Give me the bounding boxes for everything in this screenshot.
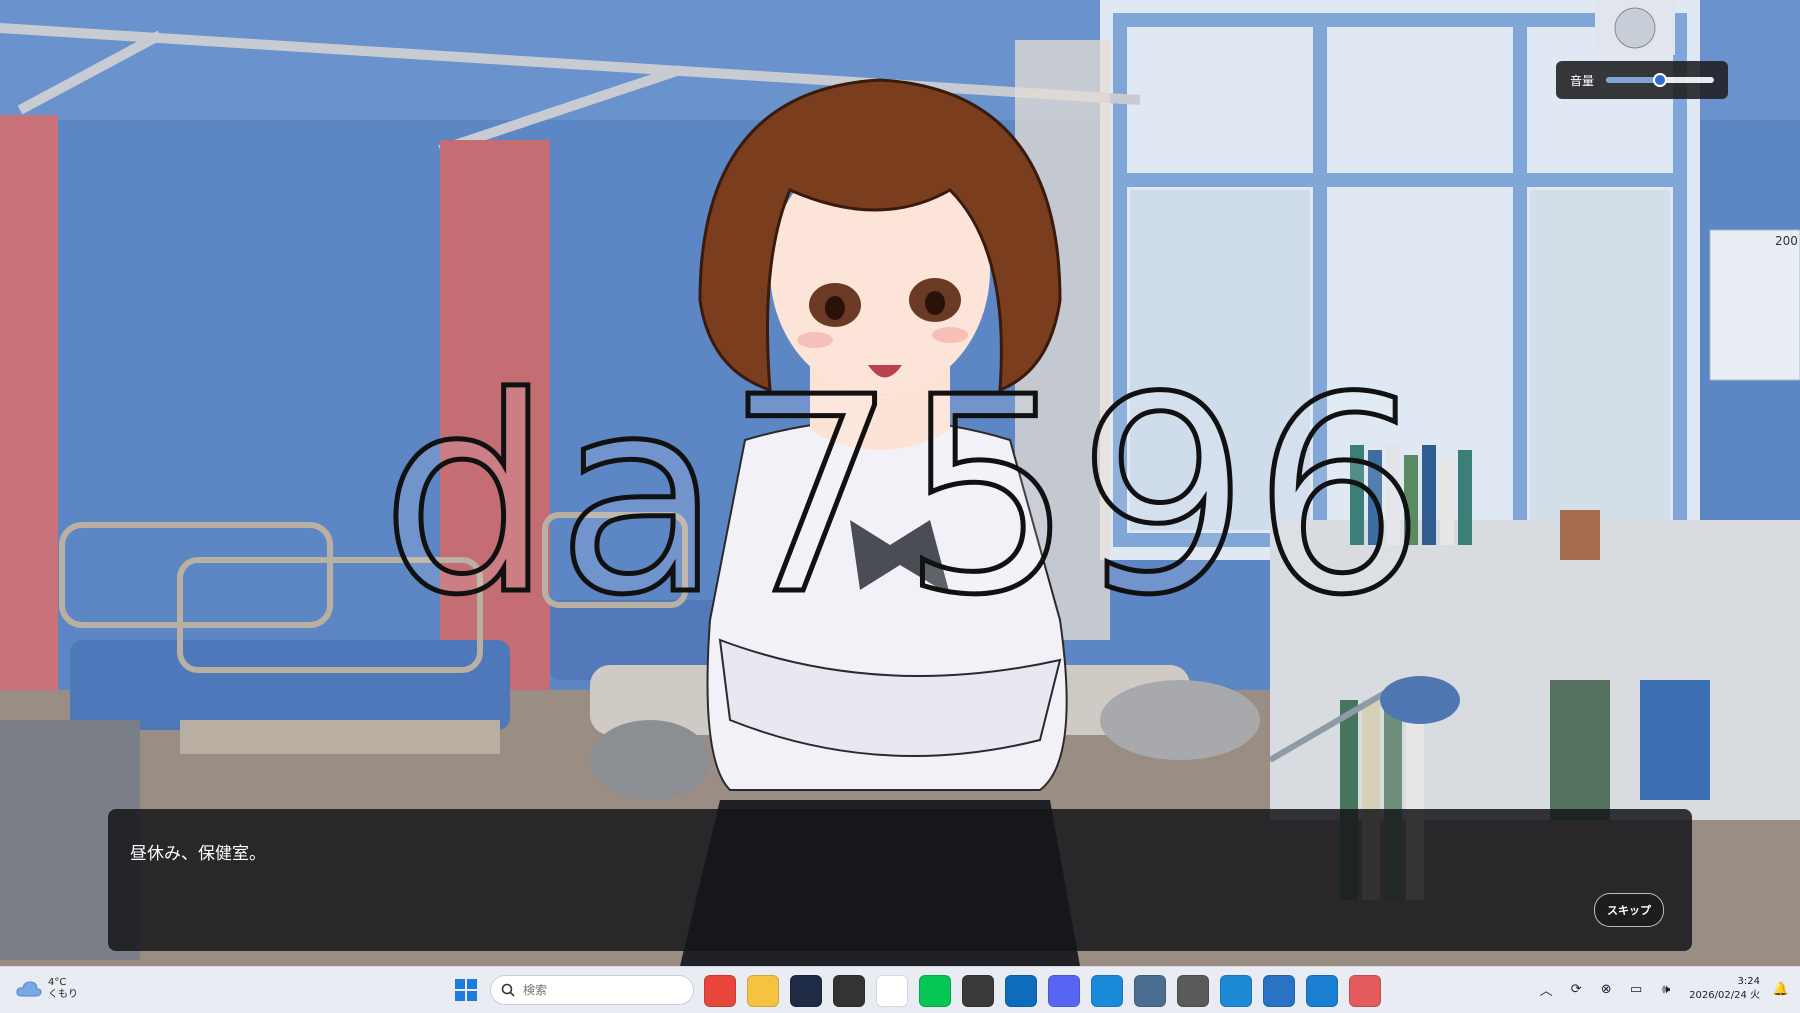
chrome-icon[interactable] (704, 975, 736, 1007)
vscode-icon[interactable] (1220, 975, 1252, 1007)
search-input[interactable] (521, 982, 675, 998)
volume-label: 音量 (1570, 73, 1595, 88)
weather-widget[interactable]: 4°C くもり (16, 977, 78, 1001)
kindle-icon[interactable] (790, 975, 822, 1007)
clock-time: 3:24 (1737, 976, 1760, 987)
system-tray: ︿ ⟳ ⊗ ▭ 🕪 3:24 2026/02/24 火 🔔 (1525, 975, 1790, 1003)
paint-icon[interactable] (1349, 975, 1381, 1007)
discord-icon[interactable] (1048, 975, 1080, 1007)
taskbar-search[interactable] (490, 975, 694, 1005)
edge-icon[interactable] (1091, 975, 1123, 1007)
skip-button[interactable]: スキップ (1594, 893, 1664, 927)
notion-icon[interactable] (876, 975, 908, 1007)
assistant-icon[interactable] (962, 975, 994, 1007)
volume-slider[interactable] (1606, 73, 1714, 87)
volume-slider-handle[interactable] (1653, 73, 1667, 87)
dialogue-box[interactable]: 昼休み、保健室。 スキップ (108, 809, 1692, 951)
speaker-icon[interactable]: 🕪 (1657, 980, 1675, 998)
cloud-icon (16, 981, 42, 997)
outlook-icon[interactable] (1005, 975, 1037, 1007)
line-icon[interactable] (919, 975, 951, 1007)
poster-text: 200 (1775, 234, 1798, 248)
chatgpt-icon[interactable] (833, 975, 865, 1007)
volume-slider-fill (1606, 77, 1660, 83)
weather-condition: くもり (48, 989, 78, 1000)
volume-control: 音量 (1556, 61, 1728, 99)
pinned-apps (704, 975, 1392, 1007)
search-icon (501, 983, 515, 997)
notepad-icon[interactable] (1134, 975, 1166, 1007)
notification-icon[interactable]: 🔔 (1772, 980, 1790, 998)
weather-temp: 4°C (48, 977, 67, 988)
taskbar: 4°C くもり ︿ ⟳ ⊗ ▭ 🕪 3:24 2026/02/24 火 🔔 (0, 966, 1800, 1013)
dialogue-text: 昼休み、保健室。 (130, 844, 266, 864)
file-explorer-icon[interactable] (747, 975, 779, 1007)
display-icon[interactable]: ▭ (1627, 980, 1645, 998)
clipchamp-icon[interactable] (1177, 975, 1209, 1007)
sync-icon[interactable]: ⟳ (1567, 980, 1585, 998)
close-circle-icon[interactable]: ⊗ (1597, 980, 1615, 998)
terminal-icon[interactable] (1306, 975, 1338, 1007)
clock-date: 2026/02/24 火 (1689, 990, 1760, 1001)
clock[interactable]: 3:24 2026/02/24 火 (1689, 975, 1760, 1003)
chevron-up-icon[interactable]: ︿ (1537, 980, 1555, 999)
window-app-icon[interactable] (1263, 975, 1295, 1007)
windows-start-icon[interactable] (455, 979, 477, 1001)
